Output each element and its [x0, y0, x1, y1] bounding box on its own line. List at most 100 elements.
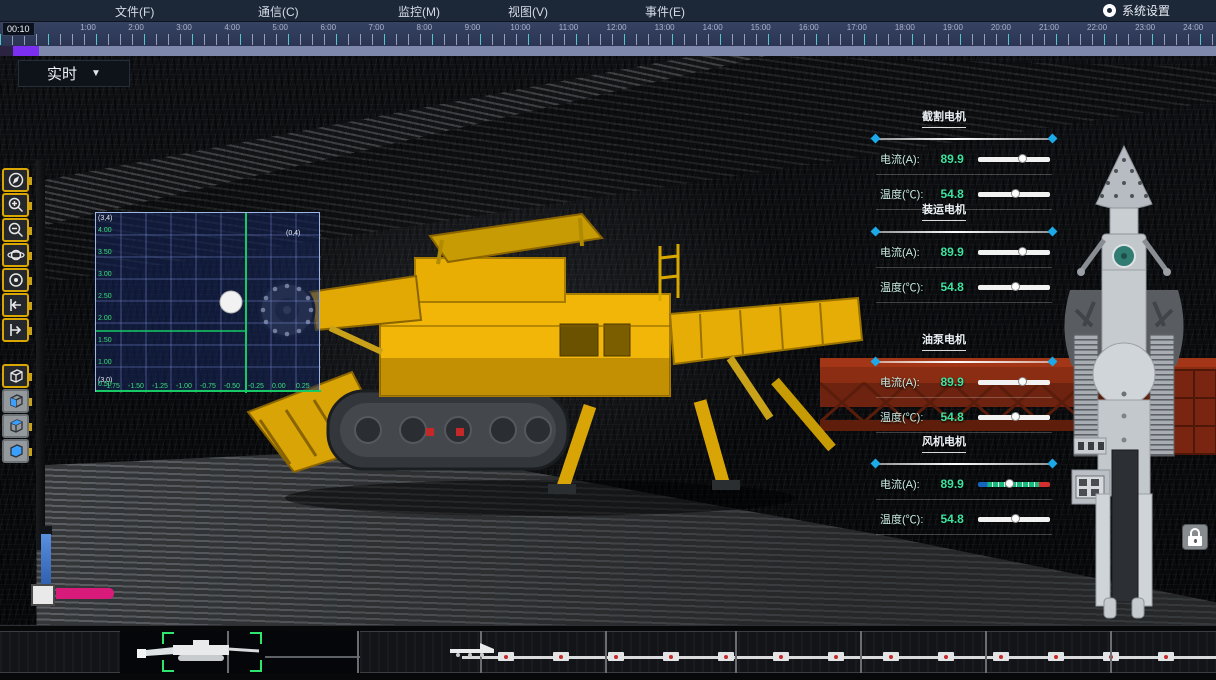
view-lock-button[interactable] — [1182, 524, 1208, 550]
hourlabel: 13:00 — [655, 23, 675, 32]
motor-panel-oil-pump: 油泵电机 电流(A): 89.9 温度(℃): 54.8 — [876, 331, 1052, 433]
temp-slider[interactable] — [978, 517, 1050, 522]
timeline-scrollbar[interactable] — [0, 46, 1216, 56]
slider-thumb[interactable] — [1018, 247, 1027, 256]
minimap-divider — [1110, 631, 1112, 673]
slider-thumb[interactable] — [1011, 189, 1020, 198]
scrollbar-cap — [0, 46, 13, 56]
slider-thumb[interactable] — [1011, 282, 1020, 291]
hourlabel: 2:00 — [128, 23, 144, 32]
temp-label: 温度(℃): — [880, 279, 935, 295]
hourlabel: 18:00 — [895, 23, 915, 32]
current-label: 电流(A): — [880, 374, 935, 390]
panel-title: 装运电机 — [922, 201, 966, 221]
orbit-center-icon — [7, 271, 25, 289]
current-value: 89.9 — [940, 375, 972, 389]
hourlabel: 21:00 — [1039, 23, 1059, 32]
compass-tool-button[interactable] — [2, 168, 29, 192]
cube-solid-icon — [7, 442, 25, 460]
cube-top-view-button[interactable] — [2, 414, 29, 438]
roadheader-3d-model[interactable] — [230, 206, 880, 536]
hourlabel: 7:00 — [369, 23, 385, 32]
glabel: 4.00 — [98, 227, 112, 234]
temp-slider[interactable] — [978, 285, 1050, 290]
glabel: 3.00 — [98, 271, 112, 278]
axis-gizmo — [28, 526, 128, 618]
belt-support — [938, 652, 954, 661]
temp-slider[interactable] — [978, 415, 1050, 420]
realtime-mode-dropdown[interactable]: 实时 ▼ — [18, 60, 130, 87]
scrollbar-thumb[interactable] — [13, 46, 39, 56]
tunnel-minimap-strip[interactable] — [0, 625, 1216, 680]
current-slider[interactable] — [978, 380, 1050, 385]
selection-bracket — [162, 660, 174, 672]
menu-communication[interactable]: 通信(C) — [258, 3, 299, 20]
slider-thumb[interactable] — [1011, 514, 1020, 523]
orbit-icon — [7, 246, 25, 264]
current-value: 89.9 — [940, 477, 972, 491]
menu-view[interactable]: 视图(V) — [508, 3, 548, 20]
belt-support — [1158, 652, 1174, 661]
current-label: 电流(A): — [880, 151, 935, 167]
timeline-ruler[interactable]: 1:002:003:004:005:006:007:008:009:0010:0… — [0, 22, 1216, 46]
selection-bracket — [250, 660, 262, 672]
gear-icon — [1103, 4, 1116, 17]
leader-line — [876, 231, 1052, 233]
glabel: -1.25 — [152, 383, 168, 390]
slider-thumb[interactable] — [1011, 412, 1020, 421]
slider-thumb[interactable] — [1018, 377, 1027, 386]
cube-front-view-button[interactable] — [2, 389, 29, 413]
menu-event[interactable]: 事件(E) — [645, 3, 685, 20]
current-gauge-slider[interactable] — [978, 482, 1050, 487]
glabel: -0.50 — [224, 383, 240, 390]
hourlabel: 4:00 — [224, 23, 240, 32]
minimap-roadheader-marker[interactable] — [133, 638, 263, 668]
app-window: 文件(F) 通信(C) 监控(M) 视图(V) 事件(E) 系统设置 1:002… — [0, 0, 1216, 680]
hourlabel: 9:00 — [465, 23, 481, 32]
cube-solid-view-button[interactable] — [2, 439, 29, 463]
menu-file[interactable]: 文件(F) — [115, 3, 154, 20]
hourlabel: 11:00 — [559, 23, 578, 32]
current-slider[interactable] — [978, 250, 1050, 255]
belt-support — [553, 652, 569, 661]
menu-monitor[interactable]: 监控(M) — [398, 3, 440, 20]
current-slider[interactable] — [978, 157, 1050, 162]
zoom-in-button[interactable] — [2, 193, 29, 217]
system-settings-button[interactable]: 系统设置 — [1103, 2, 1170, 19]
align-front-button[interactable] — [2, 318, 29, 342]
compass-icon — [7, 171, 25, 189]
hourlabel: 16:00 — [799, 23, 819, 32]
belt-support — [1048, 652, 1064, 661]
orbit-center-button[interactable] — [2, 268, 29, 292]
lock-icon-body — [1188, 536, 1202, 546]
hourlabel: 20:00 — [991, 23, 1011, 32]
panel-title: 油泵电机 — [922, 331, 966, 351]
cube-wireframe-view-button[interactable] — [2, 364, 29, 388]
temp-label: 温度(℃): — [880, 511, 935, 527]
orbit-tool-button[interactable] — [2, 243, 29, 267]
current-row: 电流(A): 89.9 — [876, 244, 1052, 268]
zoom-out-button[interactable] — [2, 218, 29, 242]
ruler-ticks — [0, 34, 1216, 45]
slider-thumb[interactable] — [1005, 479, 1014, 488]
panel-title: 截割电机 — [922, 108, 966, 128]
menu-bar: 文件(F) 通信(C) 监控(M) 视图(V) 事件(E) 系统设置 — [0, 0, 1216, 22]
hourlabel: 23:00 — [1135, 23, 1155, 32]
temp-label: 温度(℃): — [880, 409, 935, 425]
hourlabel: 17:00 — [847, 23, 867, 32]
belt-support — [663, 652, 679, 661]
temp-slider[interactable] — [978, 192, 1050, 197]
glabel: -1.50 — [128, 383, 144, 390]
align-back-button[interactable] — [2, 293, 29, 317]
temp-row: 温度(℃): 54.8 — [876, 511, 1052, 535]
current-row: 电流(A): 89.9 — [876, 374, 1052, 398]
cutting-head-position-ball — [220, 291, 242, 313]
cube-front-face-icon — [7, 392, 25, 410]
zoom-in-icon — [7, 196, 25, 214]
motor-panel-fan: 风机电机 电流(A): 89.9 温度(℃): 54.8 — [876, 433, 1052, 535]
temp-value: 54.8 — [940, 512, 972, 526]
minimap-divider — [860, 631, 862, 673]
slider-thumb[interactable] — [1018, 154, 1027, 163]
belt-support — [498, 652, 514, 661]
belt-support — [993, 652, 1009, 661]
